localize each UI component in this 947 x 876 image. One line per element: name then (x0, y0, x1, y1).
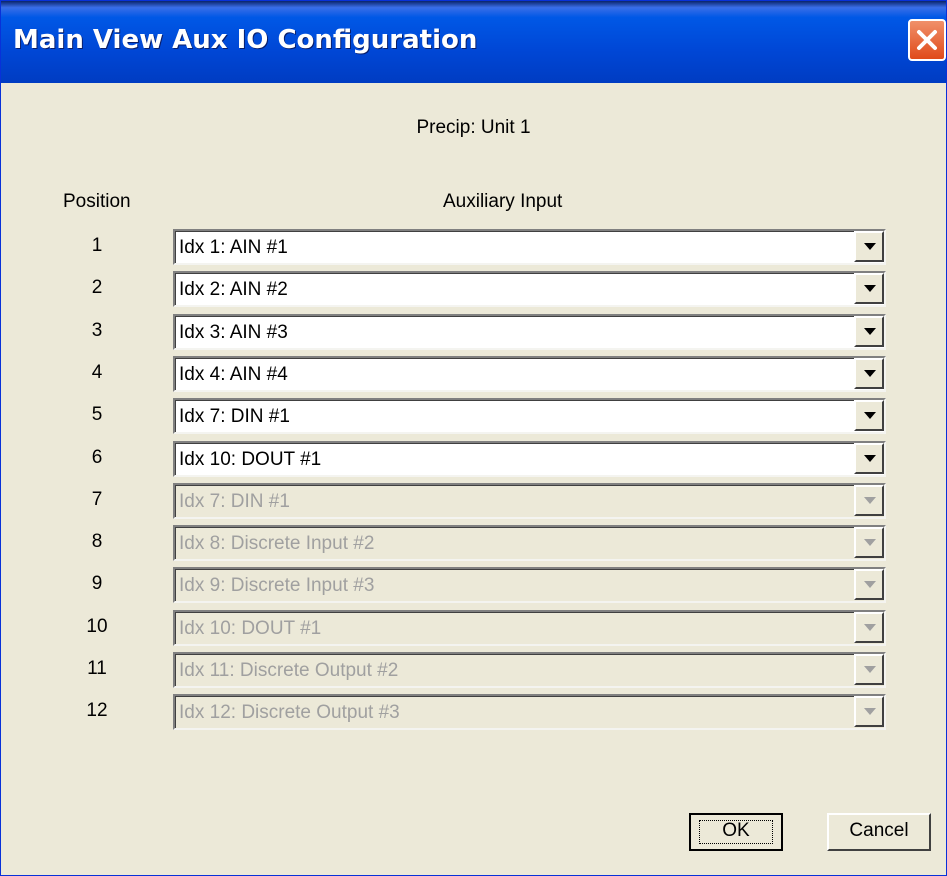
aux-input-column-header: Auxiliary Input (443, 191, 563, 212)
dropdown-arrow-button[interactable] (854, 316, 884, 347)
chevron-down-icon (864, 581, 876, 588)
dropdown-value: Idx 10: DOUT #1 (179, 449, 322, 470)
position-column-header: Position (63, 191, 131, 212)
dropdown-arrow-button (854, 612, 884, 643)
aux-input-dropdown[interactable]: Idx 2: AIN #2 (173, 271, 886, 307)
aux-input-dropdown[interactable]: Idx 1: AIN #1 (173, 229, 886, 265)
dropdown-value: Idx 2: AIN #2 (179, 279, 288, 300)
dropdown-arrow-button (854, 696, 884, 727)
chevron-down-icon (864, 497, 876, 504)
aux-input-dropdown: Idx 8: Discrete Input #2 (173, 525, 886, 561)
chevron-down-icon (864, 328, 876, 335)
position-number: 8 (91, 531, 103, 552)
position-number: 2 (91, 277, 103, 298)
dropdown-arrow-button[interactable] (854, 358, 884, 389)
unit-subtitle: Precip: Unit 1 (416, 117, 531, 138)
cancel-button-label: Cancel (849, 820, 909, 841)
aux-input-dropdown: Idx 12: Discrete Output #3 (173, 694, 886, 730)
position-number: 1 (91, 235, 103, 256)
dropdown-value: Idx 4: AIN #4 (179, 364, 288, 385)
ok-button-label: OK (722, 820, 750, 841)
dropdown-value: Idx 1: AIN #1 (179, 237, 288, 258)
chevron-down-icon (864, 243, 876, 250)
position-number: 4 (91, 362, 103, 383)
position-number: 6 (91, 447, 103, 468)
dropdown-value: Idx 8: Discrete Input #2 (179, 533, 375, 554)
ok-button[interactable]: OK (689, 813, 783, 851)
window-title: Main View Aux IO Configuration (13, 25, 478, 55)
title-bar[interactable]: Main View Aux IO Configuration (1, 1, 946, 83)
chevron-down-icon (864, 708, 876, 715)
position-number: 7 (91, 489, 103, 510)
dropdown-arrow-button (854, 485, 884, 516)
chevron-down-icon (864, 666, 876, 673)
position-number: 5 (91, 404, 103, 425)
dropdown-arrow-button (854, 569, 884, 600)
aux-input-dropdown[interactable]: Idx 7: DIN #1 (173, 398, 886, 434)
dropdown-arrow-button (854, 527, 884, 558)
position-number: 12 (86, 700, 108, 721)
dropdown-arrow-button (854, 654, 884, 685)
dropdown-arrow-button[interactable] (854, 231, 884, 262)
cancel-button[interactable]: Cancel (827, 813, 931, 851)
dropdown-value: Idx 9: Discrete Input #3 (179, 575, 375, 596)
dropdown-value: Idx 12: Discrete Output #3 (179, 702, 400, 723)
aux-input-dropdown[interactable]: Idx 10: DOUT #1 (173, 441, 886, 477)
dialog-body: Precip: Unit 1 Position Auxiliary Input … (1, 83, 946, 875)
chevron-down-icon (864, 455, 876, 462)
chevron-down-icon (864, 285, 876, 292)
chevron-down-icon (864, 370, 876, 377)
chevron-down-icon (864, 624, 876, 631)
dropdown-value: Idx 7: DIN #1 (179, 491, 290, 512)
aux-input-dropdown: Idx 9: Discrete Input #3 (173, 567, 886, 603)
dropdown-value: Idx 10: DOUT #1 (179, 618, 322, 639)
dropdown-value: Idx 3: AIN #3 (179, 322, 288, 343)
position-number: 3 (91, 320, 103, 341)
dropdown-value: Idx 11: Discrete Output #2 (179, 660, 399, 681)
position-number: 11 (87, 658, 107, 679)
dialog-window: Main View Aux IO Configuration Precip: U… (0, 0, 947, 876)
close-icon (917, 30, 937, 50)
chevron-down-icon (864, 412, 876, 419)
aux-input-dropdown: Idx 11: Discrete Output #2 (173, 652, 886, 688)
aux-input-dropdown[interactable]: Idx 3: AIN #3 (173, 314, 886, 350)
position-number: 9 (91, 573, 103, 594)
dropdown-arrow-button[interactable] (854, 400, 884, 431)
dropdown-arrow-button[interactable] (854, 273, 884, 304)
chevron-down-icon (864, 539, 876, 546)
dropdown-arrow-button[interactable] (854, 443, 884, 474)
position-number: 10 (86, 616, 108, 637)
aux-input-dropdown: Idx 7: DIN #1 (173, 483, 886, 519)
aux-input-dropdown[interactable]: Idx 4: AIN #4 (173, 356, 886, 392)
aux-input-dropdown: Idx 10: DOUT #1 (173, 610, 886, 646)
dropdown-value: Idx 7: DIN #1 (179, 406, 290, 427)
close-button[interactable] (908, 19, 946, 61)
